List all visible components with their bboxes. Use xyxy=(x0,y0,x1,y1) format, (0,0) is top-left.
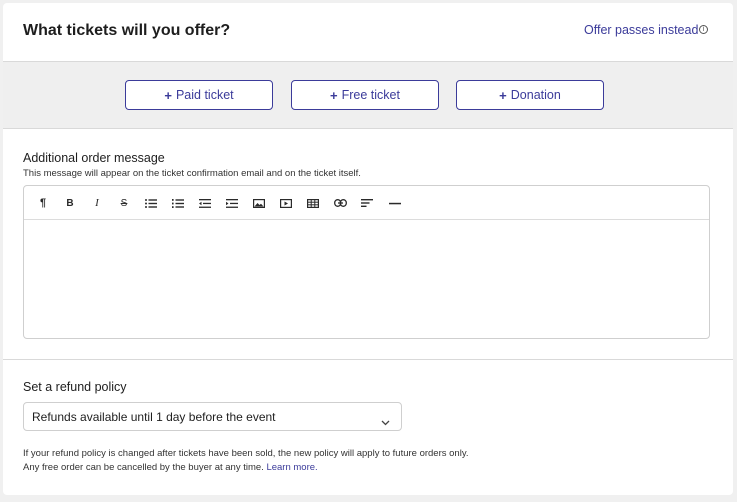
ticket-type-band: + Paid ticket + Free ticket + Donation xyxy=(3,61,733,129)
refund-policy-value: Refunds available until 1 day before the… xyxy=(32,410,276,424)
order-message-helper: This message will appear on the ticket c… xyxy=(23,168,361,179)
order-message-label: Additional order message xyxy=(23,151,165,165)
indent-icon[interactable] xyxy=(224,195,240,211)
free-ticket-button[interactable]: + Free ticket xyxy=(291,80,439,110)
card-header: What tickets will you offer? Offer passe… xyxy=(3,3,733,61)
donation-label: Donation xyxy=(510,88,561,102)
ticket-settings-card: What tickets will you offer? Offer passe… xyxy=(3,3,733,495)
horizontal-rule-icon[interactable] xyxy=(387,195,403,211)
outdent-icon[interactable] xyxy=(197,195,213,211)
paragraph-icon[interactable]: ¶ xyxy=(35,195,51,211)
paid-ticket-label: Paid ticket xyxy=(175,88,234,102)
refund-note-line2: Any free order can be cancelled by the b… xyxy=(23,462,318,473)
order-message-editor: ¶ B I S xyxy=(23,185,710,339)
bulleted-list-icon[interactable] xyxy=(143,195,159,211)
refund-note-line1: If your refund policy is changed after t… xyxy=(23,448,469,459)
refund-policy-label: Set a refund policy xyxy=(23,380,127,394)
strikethrough-icon[interactable]: S xyxy=(116,195,132,211)
italic-icon[interactable]: I xyxy=(89,195,105,211)
chevron-down-icon xyxy=(381,413,390,431)
bold-icon[interactable]: B xyxy=(62,195,78,211)
plus-icon: + xyxy=(499,87,507,103)
page-title: What tickets will you offer? xyxy=(23,22,231,39)
link-icon[interactable] xyxy=(332,195,348,211)
plus-icon: + xyxy=(164,87,172,103)
align-left-icon[interactable] xyxy=(359,195,375,211)
table-icon[interactable] xyxy=(305,195,321,211)
image-icon[interactable] xyxy=(251,195,267,211)
video-icon[interactable] xyxy=(278,195,294,211)
free-ticket-label: Free ticket xyxy=(341,88,400,102)
paid-ticket-button[interactable]: + Paid ticket xyxy=(125,80,273,110)
plus-icon: + xyxy=(330,87,338,103)
refund-note-text: Any free order can be cancelled by the b… xyxy=(23,462,264,473)
numbered-list-icon[interactable] xyxy=(170,195,186,211)
order-message-textarea[interactable] xyxy=(24,220,709,338)
donation-button[interactable]: + Donation xyxy=(456,80,604,110)
refund-policy-select[interactable]: Refunds available until 1 day before the… xyxy=(23,402,402,431)
section-divider xyxy=(3,359,733,360)
order-message-section: Additional order message This message wi… xyxy=(3,129,733,359)
editor-toolbar: ¶ B I S xyxy=(24,186,709,220)
offer-passes-link[interactable]: Offer passes instead xyxy=(584,23,698,37)
learn-more-link[interactable]: Learn more. xyxy=(266,462,317,473)
info-icon[interactable]: i xyxy=(699,25,708,34)
